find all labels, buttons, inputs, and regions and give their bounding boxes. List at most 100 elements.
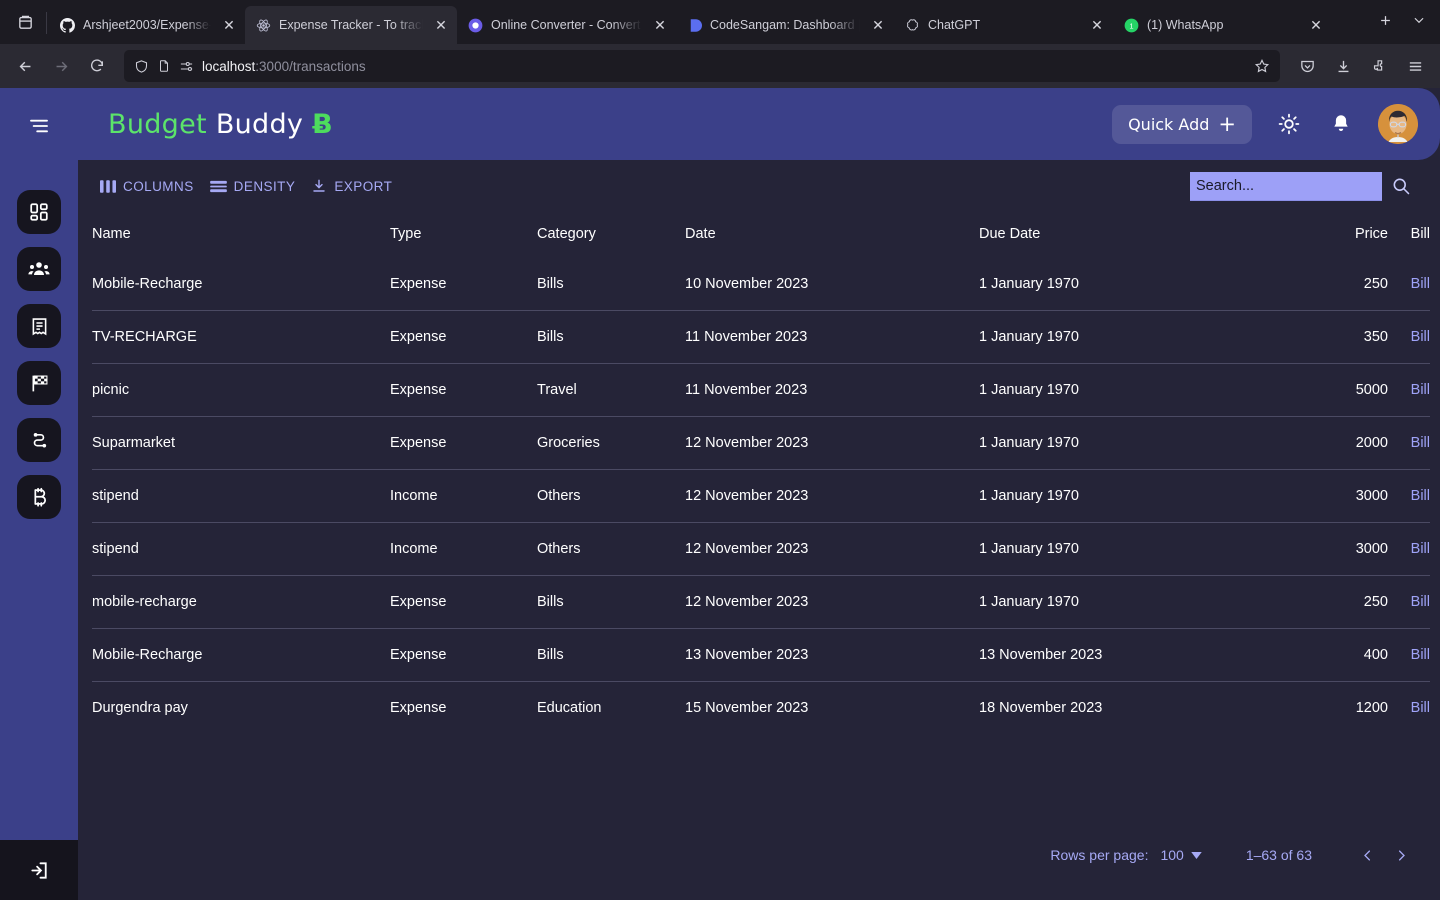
browser-tab-1[interactable]: Expense Tracker - To track you ✕ — [245, 6, 457, 44]
browser-tab-0[interactable]: Arshjeet2003/Expense-Tracker ✕ — [49, 6, 245, 44]
columns-button[interactable]: COLUMNS — [92, 174, 202, 199]
close-icon[interactable]: ✕ — [219, 15, 239, 35]
cell-bill: Bill — [1388, 258, 1430, 311]
tabstrip-actions — [1368, 0, 1436, 44]
cell-date: 11 November 2023 — [685, 363, 979, 417]
browser-toolbar-actions — [1290, 50, 1432, 82]
table-row[interactable]: Durgendra pay Expense Education 15 Novem… — [92, 681, 1430, 734]
table-row[interactable]: stipend Income Others 12 November 2023 1… — [92, 469, 1430, 523]
next-page-button[interactable] — [1384, 838, 1418, 872]
react-icon — [255, 17, 271, 33]
column-header-price[interactable]: Price — [1226, 212, 1388, 258]
app-header: Budget Buddy Ƀ Quick Add + — [78, 88, 1440, 160]
quick-add-button[interactable]: Quick Add + — [1112, 104, 1252, 144]
cell-type: Expense — [390, 276, 447, 292]
sidebar-item-goals[interactable] — [17, 361, 61, 405]
table-row[interactable]: Mobile-Recharge Expense Bills 13 Novembe… — [92, 628, 1430, 682]
cell-date: 12 November 2023 — [685, 575, 979, 629]
column-header-name[interactable]: Name — [92, 212, 390, 258]
pocket-save-icon[interactable] — [1290, 50, 1324, 82]
sun-icon[interactable] — [1274, 109, 1304, 139]
cell-type: Income — [390, 469, 537, 523]
downloads-icon[interactable] — [1326, 50, 1360, 82]
bill-link[interactable]: Bill — [1411, 329, 1430, 345]
sidebar-logout[interactable] — [0, 840, 78, 900]
bill-link[interactable]: Bill — [1411, 488, 1430, 504]
sidebar-item-crypto[interactable] — [17, 475, 61, 519]
page-info-icon[interactable] — [157, 59, 171, 73]
browser-tab-2[interactable]: Online Converter - Convert Ima ✕ — [457, 6, 676, 44]
browser-tab-5[interactable]: 1 (1) WhatsApp ✕ — [1113, 6, 1332, 44]
cell-name: Mobile-Recharge — [92, 276, 203, 292]
close-icon[interactable]: ✕ — [1306, 15, 1326, 35]
bill-link[interactable]: Bill — [1411, 541, 1430, 557]
cell-bill: Bill — [1388, 363, 1430, 417]
forward-button[interactable] — [44, 50, 78, 82]
quick-add-label: Quick Add — [1128, 114, 1210, 134]
bill-link[interactable]: Bill — [1411, 700, 1430, 716]
table-row[interactable]: picnic Expense Travel 11 November 2023 1… — [92, 363, 1430, 417]
sidebar-item-dashboard[interactable] — [17, 190, 61, 234]
close-icon[interactable]: ✕ — [650, 15, 670, 35]
cell-price: 250 — [1226, 575, 1388, 629]
bookmark-star-icon[interactable] — [1254, 58, 1270, 74]
column-header-due-date[interactable]: Due Date — [979, 212, 1226, 258]
cell-type: Expense — [390, 681, 537, 734]
table-row[interactable]: mobile-recharge Expense Bills 12 Novembe… — [92, 575, 1430, 629]
table-row[interactable]: Suparmarket Expense Groceries 12 Novembe… — [92, 416, 1430, 470]
firefox-view-button[interactable] — [4, 0, 46, 44]
cell-type: Income — [390, 522, 537, 576]
bill-link[interactable]: Bill — [1411, 435, 1430, 451]
close-icon[interactable]: ✕ — [431, 15, 451, 35]
shield-icon[interactable] — [134, 59, 149, 74]
cell-category: Travel — [537, 363, 685, 417]
browser-tab-4[interactable]: ChatGPT ✕ — [894, 6, 1113, 44]
permissions-icon[interactable] — [179, 59, 194, 74]
close-icon[interactable]: ✕ — [868, 15, 888, 35]
codesangam-icon — [686, 17, 702, 33]
cell-category: Bills — [537, 628, 685, 682]
converter-icon — [467, 17, 483, 33]
column-header-bill[interactable]: Bill — [1388, 212, 1430, 258]
density-label: DENSITY — [233, 178, 296, 194]
whatsapp-icon: 1 — [1123, 17, 1139, 33]
column-header-type[interactable]: Type — [390, 212, 537, 258]
extensions-icon[interactable] — [1362, 50, 1396, 82]
close-icon[interactable]: ✕ — [1087, 15, 1107, 35]
brand-part-1: Budget — [108, 108, 207, 140]
tabstrip-divider — [46, 12, 47, 34]
sidebar-item-groups[interactable] — [17, 247, 61, 291]
bill-link[interactable]: Bill — [1411, 382, 1430, 398]
bill-link[interactable]: Bill — [1411, 276, 1430, 292]
bill-link[interactable]: Bill — [1411, 647, 1430, 663]
reload-button[interactable] — [80, 50, 114, 82]
avatar[interactable] — [1378, 104, 1418, 144]
table-row[interactable]: stipend Income Others 12 November 2023 1… — [92, 522, 1430, 576]
export-button[interactable]: EXPORT — [303, 173, 400, 199]
menu-collapse-icon[interactable] — [22, 114, 56, 138]
sidebar-item-transactions[interactable] — [17, 304, 61, 348]
bill-link[interactable]: Bill — [1411, 594, 1430, 610]
bell-icon[interactable] — [1326, 109, 1356, 139]
column-header-date[interactable]: Date — [685, 212, 979, 258]
sidebar-item-journey[interactable] — [17, 418, 61, 462]
density-button[interactable]: DENSITY — [202, 174, 304, 199]
app-menu-icon[interactable] — [1398, 50, 1432, 82]
url-path: :3000/transactions — [255, 58, 366, 74]
table-row[interactable]: TV-RECHARGE Expense Bills 11 November 20… — [92, 310, 1430, 364]
column-header-category[interactable]: Category — [537, 212, 685, 258]
search-icon[interactable] — [1388, 173, 1414, 199]
browser-tab-3[interactable]: CodeSangam: Dashboard | Dev ✕ — [676, 6, 894, 44]
back-button[interactable] — [8, 50, 42, 82]
table-row[interactable]: Mobile-Recharge Expense Bills 10 Novembe… — [92, 258, 1430, 311]
cell-date: 12 November 2023 — [685, 522, 979, 576]
browser-window: Arshjeet2003/Expense-Tracker ✕ Expense T… — [0, 0, 1440, 900]
address-bar[interactable]: localhost:3000/transactions — [124, 50, 1280, 82]
cell-name: mobile-recharge — [92, 575, 390, 629]
new-tab-button[interactable] — [1368, 3, 1402, 37]
previous-page-button[interactable] — [1350, 838, 1384, 872]
list-all-tabs-button[interactable] — [1402, 3, 1436, 37]
browser-tab-strip: Arshjeet2003/Expense-Tracker ✕ Expense T… — [0, 0, 1440, 44]
search-input[interactable] — [1190, 171, 1382, 201]
rows-per-page-select[interactable]: 100 — [1160, 847, 1202, 863]
